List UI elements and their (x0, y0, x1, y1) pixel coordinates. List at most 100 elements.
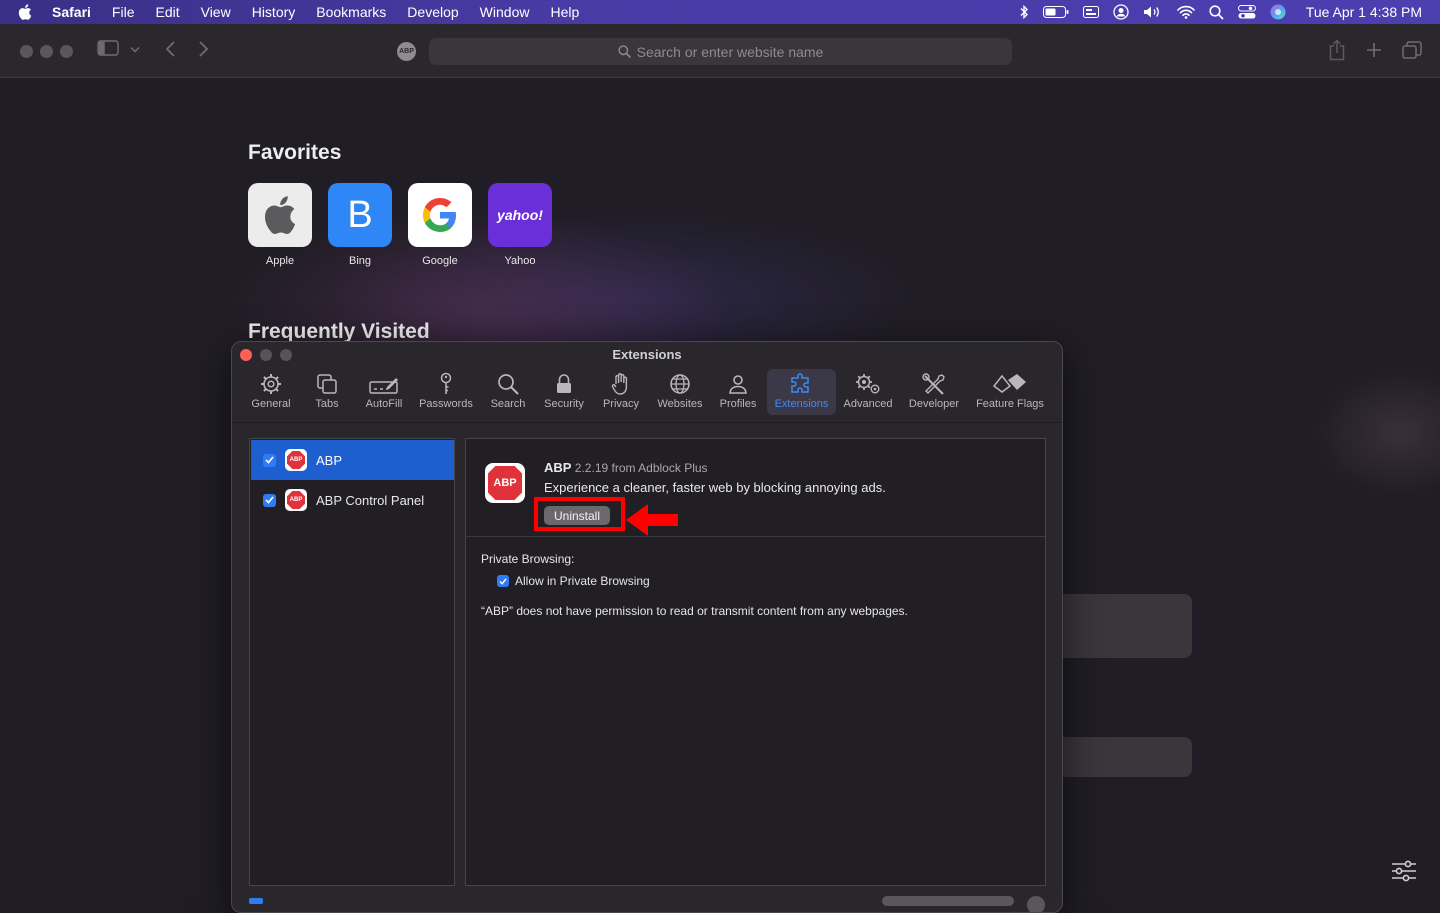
yahoo-logo-icon: yahoo! (488, 183, 552, 247)
favorite-google[interactable]: Google (408, 183, 472, 267)
forward-button-icon[interactable] (198, 40, 210, 58)
tab-general[interactable]: General (245, 369, 297, 415)
wifi-icon[interactable] (1176, 5, 1195, 19)
apple-menu-icon[interactable] (18, 4, 38, 20)
tab-label: AutoFill (365, 398, 403, 410)
customize-start-page-icon[interactable] (1391, 860, 1417, 887)
volume-icon[interactable] (1143, 5, 1163, 19)
tab-search[interactable]: Search (486, 369, 530, 415)
menu-app-name[interactable]: Safari (52, 4, 91, 20)
permission-note: “ABP” does not have permission to read o… (481, 604, 908, 618)
extension-enabled-checkbox[interactable] (263, 493, 276, 507)
frequently-visited-tile[interactable] (1062, 594, 1192, 658)
gears-icon (856, 374, 880, 394)
extension-description: Experience a cleaner, faster web by bloc… (544, 480, 886, 495)
tab-profiles[interactable]: Profiles (716, 369, 760, 415)
tab-label: Feature Flags (976, 398, 1044, 410)
checkmark-icon (265, 456, 274, 464)
address-search-bar[interactable]: Search or enter website name (429, 38, 1012, 65)
battery-icon[interactable] (1042, 6, 1069, 18)
window-zoom-button[interactable] (60, 45, 73, 58)
menu-clock[interactable]: Tue Apr 1 4:38 PM (1306, 4, 1422, 20)
abp-large-icon: ABP (485, 463, 525, 503)
input-menu-icon[interactable] (1082, 6, 1099, 18)
window-minimize-button[interactable] (40, 45, 53, 58)
flags-icon (992, 374, 1026, 393)
favorite-apple[interactable]: Apple (248, 183, 312, 267)
tab-advanced[interactable]: Advanced (840, 369, 896, 415)
tab-label: Advanced (843, 398, 893, 410)
allow-private-browsing-row[interactable]: Allow in Private Browsing (497, 574, 650, 588)
extension-list-item-abp-control-panel[interactable]: ABP ABP Control Panel (251, 480, 454, 520)
apple-logo-icon (248, 183, 312, 247)
menu-develop[interactable]: Develop (407, 4, 458, 20)
favorites-heading: Favorites (248, 141, 342, 164)
tab-privacy[interactable]: Privacy (599, 369, 643, 415)
extension-title-name: ABP (544, 460, 572, 475)
tab-security[interactable]: Security (540, 369, 588, 415)
globe-icon (670, 374, 690, 394)
chevron-down-icon[interactable] (130, 46, 140, 53)
sidebar-toggle-icon[interactable] (97, 40, 119, 56)
share-icon[interactable] (1328, 39, 1346, 61)
tab-label: Security (544, 398, 584, 410)
menu-history[interactable]: History (252, 4, 296, 20)
extension-name: ABP (316, 452, 343, 468)
help-button-partial[interactable] (1027, 896, 1045, 912)
tab-autofill[interactable]: AutoFill (359, 369, 409, 415)
window-close-button[interactable] (20, 45, 33, 58)
tab-overview-icon[interactable] (1402, 41, 1422, 59)
bluetooth-icon[interactable] (1019, 5, 1029, 19)
puzzle-piece-icon (790, 373, 809, 393)
extension-list-item-abp[interactable]: ABP ABP (251, 440, 454, 480)
allow-private-browsing-checkbox[interactable] (497, 575, 509, 587)
frequently-visited-tile[interactable] (1062, 737, 1192, 777)
extension-version: 2.2.19 from Adblock Plus (574, 461, 708, 475)
tab-label: Privacy (602, 398, 640, 410)
tab-feature-flags[interactable]: Feature Flags (972, 369, 1048, 415)
spotlight-search-icon[interactable] (1209, 4, 1224, 20)
menu-file[interactable]: File (112, 4, 135, 20)
tab-label: Search (490, 398, 526, 410)
abp-extension-icon: ABP (285, 489, 307, 511)
gear-icon (261, 374, 281, 394)
tab-label: Profiles (719, 398, 757, 410)
checkmark-icon (265, 496, 274, 504)
more-extensions-button-partial[interactable] (882, 896, 1014, 906)
bottom-control-partial[interactable] (249, 898, 263, 904)
menu-view[interactable]: View (201, 4, 231, 20)
tab-websites[interactable]: Websites (652, 369, 708, 415)
favorite-bing[interactable]: B Bing (328, 183, 392, 267)
menu-bookmarks[interactable]: Bookmarks (316, 4, 386, 20)
allow-private-browsing-label: Allow in Private Browsing (515, 574, 650, 588)
person-icon (729, 375, 747, 394)
menu-help[interactable]: Help (550, 4, 579, 20)
control-center-icon[interactable] (1237, 5, 1256, 19)
magnifier-icon (498, 374, 519, 395)
menu-edit[interactable]: Edit (155, 4, 179, 20)
tab-label: Passwords (419, 398, 473, 410)
favorite-label: Bing (348, 255, 372, 267)
favorite-yahoo[interactable]: yahoo! Yahoo (488, 183, 552, 267)
tab-label: Tabs (315, 398, 339, 410)
tab-extensions[interactable]: Extensions (767, 369, 836, 415)
extension-enabled-checkbox[interactable] (263, 453, 276, 467)
hand-icon (611, 373, 628, 395)
back-button-icon[interactable] (164, 40, 176, 58)
tabs-icon (317, 374, 337, 394)
siri-icon[interactable] (1270, 4, 1286, 20)
menu-window[interactable]: Window (480, 4, 530, 20)
tab-developer[interactable]: Developer (905, 369, 963, 415)
autofill-pencil-icon (369, 378, 398, 394)
tab-passwords[interactable]: Passwords (416, 369, 476, 415)
favorite-label: Yahoo (504, 255, 536, 267)
lock-icon (557, 374, 571, 393)
new-tab-plus-icon[interactable] (1366, 42, 1382, 58)
abp-extension-icon: ABP (285, 449, 307, 471)
tab-tabs[interactable]: Tabs (309, 369, 345, 415)
favorite-label: Apple (265, 255, 295, 267)
extension-name: ABP Control Panel (316, 492, 425, 508)
user-account-icon[interactable] (1113, 4, 1129, 20)
abp-toolbar-extension-icon[interactable]: ABP (397, 42, 416, 61)
private-browsing-label: Private Browsing: (481, 552, 575, 566)
